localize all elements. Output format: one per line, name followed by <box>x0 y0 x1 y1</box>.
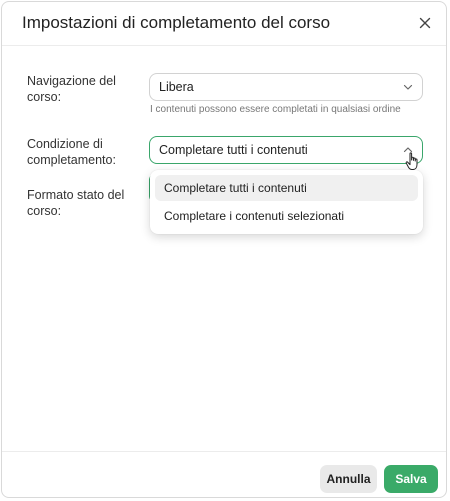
navigation-label: Navigazione del corso: <box>27 74 116 104</box>
dropdown-option[interactable]: Completare tutti i contenuti <box>155 175 418 201</box>
completion-select-value: Completare tutti i contenuti <box>159 143 308 157</box>
navigation-hint: I contenuti possono essere completati in… <box>150 104 401 115</box>
navigation-select-value: Libera <box>159 80 194 94</box>
completion-label: Condizione di completamento: <box>27 137 116 167</box>
close-icon[interactable] <box>416 14 434 32</box>
status-format-label: Formato stato del corso: <box>27 188 125 218</box>
navigation-select[interactable]: Libera <box>149 73 423 101</box>
cancel-button[interactable]: Annulla <box>320 465 377 493</box>
hand-cursor-icon <box>405 152 418 170</box>
completion-dropdown: Completare tutti i contenuti Completare … <box>150 170 423 234</box>
chevron-down-icon <box>403 84 413 90</box>
dialog-title: Impostazioni di completamento del corso <box>22 13 331 32</box>
course-completion-settings-dialog: Impostazioni di completamento del corso … <box>1 1 447 498</box>
dropdown-option[interactable]: Completare i contenuti selezionati <box>155 203 418 229</box>
dialog-footer: Annulla Salva <box>2 451 446 497</box>
dropdown-option-label: Completare i contenuti selezionati <box>164 209 345 223</box>
dropdown-option-label: Completare tutti i contenuti <box>164 181 307 195</box>
completion-select[interactable]: Completare tutti i contenuti <box>149 136 423 164</box>
save-button[interactable]: Salva <box>384 465 438 493</box>
dialog-header: Impostazioni di completamento del corso <box>2 2 446 46</box>
